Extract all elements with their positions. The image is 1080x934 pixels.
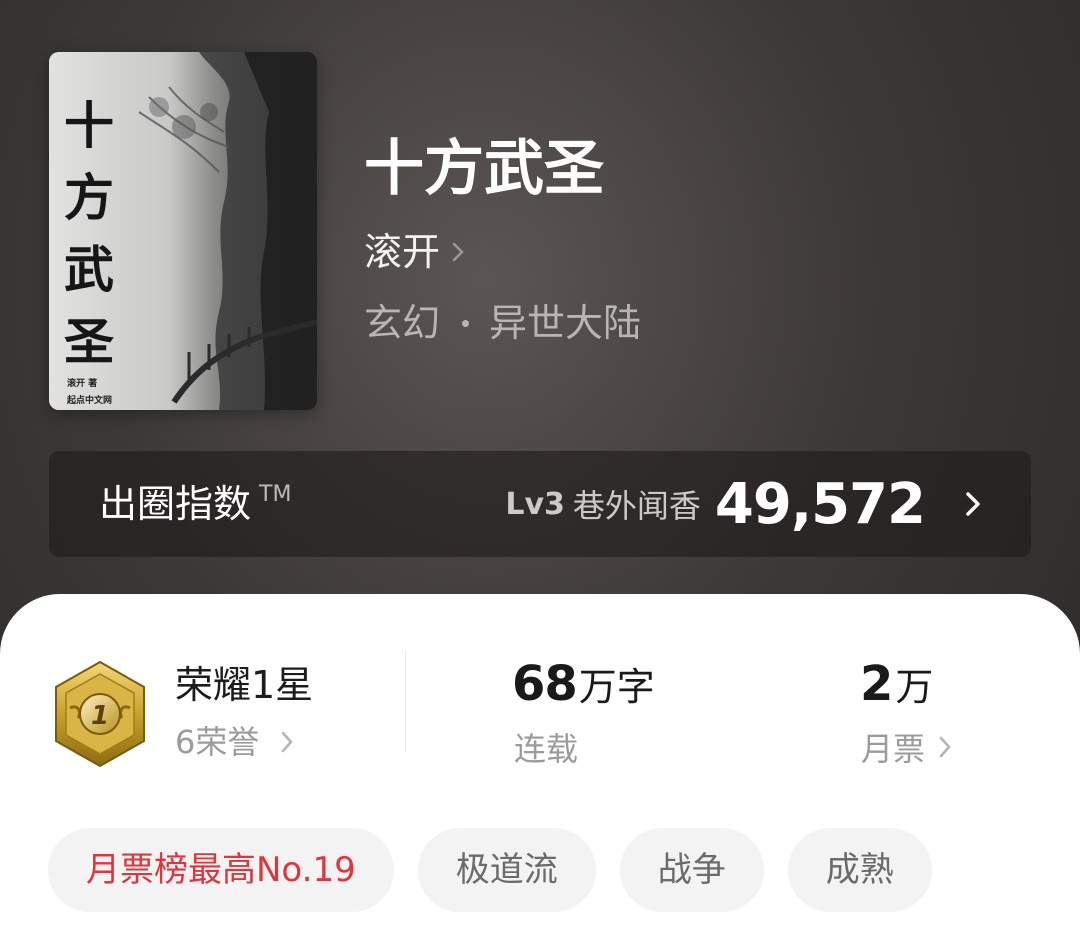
- word-count: 68 万字: [512, 656, 655, 712]
- honor-title[interactable]: 荣耀1星: [175, 662, 313, 708]
- word-count-unit: 万字: [578, 665, 655, 709]
- tag-ranking[interactable]: 月票榜最高No.19: [48, 828, 394, 912]
- genre-subcategory[interactable]: 异世大陆: [489, 299, 641, 347]
- book-detail-page: 十 方 武 圣 滚开 著 起点中文网 十方武圣 滚开 玄幻 异世大陆 出圈指数 …: [0, 0, 1080, 934]
- popularity-index-bar[interactable]: 出圈指数 TM Lv3 巷外闻香 49,572: [49, 451, 1031, 557]
- index-rank-name: 巷外闻香: [572, 487, 701, 525]
- index-value-group: Lv3 巷外闻香 49,572: [505, 472, 981, 537]
- genre-category[interactable]: 玄幻: [364, 299, 440, 347]
- author-name: 滚开: [364, 230, 441, 274]
- tag-item[interactable]: 成熟: [787, 828, 932, 912]
- stats-divider: [405, 650, 406, 752]
- honor-count: 6荣誉: [175, 723, 260, 761]
- serial-status: 连载: [514, 730, 579, 768]
- honor-count-link[interactable]: 6荣誉: [175, 720, 293, 764]
- monthly-ticket-link[interactable]: 月票: [861, 724, 951, 770]
- badge-number: 1: [91, 701, 109, 731]
- index-label: 出圈指数: [99, 482, 252, 526]
- chevron-right-icon: [966, 492, 980, 516]
- monthly-ticket-count[interactable]: 2 万: [860, 656, 933, 712]
- book-title: 十方武圣: [364, 134, 604, 204]
- chevron-right-icon: [282, 731, 293, 753]
- tag-list: 月票榜最高No.19 极道流 战争 成熟: [48, 828, 956, 912]
- ticket-unit: 万: [895, 665, 934, 709]
- word-count-number: 68: [512, 656, 578, 712]
- cover-publisher-text: 起点中文网: [67, 396, 113, 406]
- separator-dot: [462, 319, 470, 327]
- ticket-number: 2: [860, 656, 894, 712]
- cover-author-text: 滚开 著: [67, 379, 98, 389]
- author-link[interactable]: 滚开: [364, 228, 464, 276]
- chevron-right-icon: [939, 736, 951, 758]
- index-level: Lv3: [505, 486, 565, 522]
- honor-star-badge-icon[interactable]: 1: [52, 660, 148, 768]
- monthly-ticket-label: 月票: [861, 730, 926, 768]
- tag-item[interactable]: 极道流: [417, 828, 596, 912]
- book-cover[interactable]: 十 方 武 圣 滚开 著 起点中文网: [49, 52, 317, 410]
- genre-row: 玄幻 异世大陆: [364, 299, 641, 347]
- cover-title-text: 十 方 武 圣: [64, 96, 114, 371]
- tag-item[interactable]: 战争: [619, 828, 764, 912]
- index-value: 49,572: [714, 471, 926, 537]
- chevron-right-icon: [452, 242, 464, 262]
- trademark-mark: TM: [259, 481, 292, 507]
